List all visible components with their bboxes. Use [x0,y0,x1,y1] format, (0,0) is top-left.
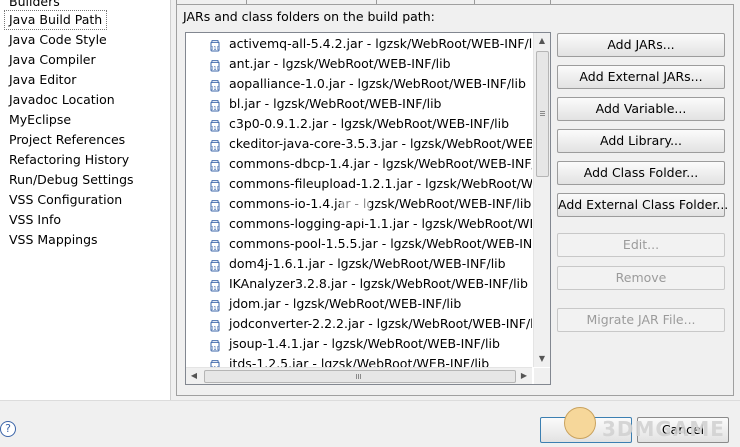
jar-icon: 010 [210,278,220,292]
sidebar-item-java-build-path[interactable]: Java Build Path [4,10,108,30]
jar-entry-label: commons-logging-api-1.1.jar - lgzsk/WebR… [229,216,532,231]
thumb-grip [356,374,357,379]
svg-text:010: 010 [210,246,220,252]
watermark-mascot-icon [340,192,370,222]
svg-text:010: 010 [210,166,220,172]
sidebar-item-java-compiler[interactable]: Java Compiler [9,50,96,69]
svg-text:010: 010 [210,206,220,212]
properties-sidebar: Builders Java Build Path Java Code Style… [0,0,170,400]
svg-text:010: 010 [210,186,220,192]
jar-icon: 010 [210,78,220,92]
sidebar-item-javadoc-location[interactable]: Javadoc Location [9,90,115,109]
svg-text:010: 010 [210,286,220,292]
svg-text:010: 010 [210,46,220,52]
list-horizontal-scrollbar[interactable]: ◀ ▶ [186,367,532,384]
help-icon[interactable]: ? [0,421,16,437]
jar-icon: 010 [210,238,220,252]
sidebar-item-vss-info[interactable]: VSS Info [9,210,61,229]
jar-icon: 010 [210,98,220,112]
jar-icon: 010 [210,118,220,132]
jar-icon: 010 [210,38,220,52]
jar-entry-label: aopalliance-1.0.jar - lgzsk/WebRoot/WEB-… [229,76,526,91]
add-jars-button[interactable]: Add JARs... [557,33,725,57]
sidebar-item-myeclipse[interactable]: MyEclipse [9,110,71,129]
jar-icon: 010 [210,198,220,212]
sidebar-item-vss-configuration[interactable]: VSS Configuration [9,190,122,209]
jar-entry-label: ckeditor-java-core-3.5.3.jar - lgzsk/Web… [229,136,532,151]
jar-icon: 010 [210,318,220,332]
mascot-icon [564,407,596,439]
thumb-grip [358,374,359,379]
jar-icon: 010 [210,58,220,72]
svg-text:010: 010 [210,106,220,112]
thumb-grip [540,115,545,116]
jar-entry-label: jsoup-1.4.1.jar - lgzsk/WebRoot/WEB-INF/… [229,336,500,351]
svg-text:010: 010 [210,146,220,152]
svg-text:010: 010 [210,306,220,312]
jar-entry-label: dom4j-1.6.1.jar - lgzsk/WebRoot/WEB-INF/… [229,256,506,271]
thumb-grip [540,111,545,112]
jar-icon: 010 [210,298,220,312]
jar-icon: 010 [210,178,220,192]
sidebar-item-vss-mappings[interactable]: VSS Mappings [9,230,98,249]
edit-button[interactable]: Edit... [557,233,725,257]
add-external-jars-button[interactable]: Add External JARs... [557,65,725,89]
jar-entry-label: commons-dbcp-1.4.jar - lgzsk/WebRoot/WEB… [229,156,532,171]
thumb-grip [360,374,361,379]
add-library-button[interactable]: Add Library... [557,129,725,153]
sidebar-item-run-debug-settings[interactable]: Run/Debug Settings [9,170,134,189]
jar-entry-label: c3p0-0.9.1.2.jar - lgzsk/WebRoot/WEB-INF… [229,116,510,131]
jar-icon: 010 [210,138,220,152]
remove-button[interactable]: Remove [557,266,725,290]
jar-entry-label: commons-pool-1.5.5.jar - lgzsk/WebRoot/W… [229,236,532,251]
jar-icon: 010 [210,258,220,272]
sidebar-item-project-references[interactable]: Project References [9,130,125,149]
scroll-up-arrow-icon[interactable]: ▲ [534,33,550,49]
scroll-left-arrow-icon[interactable]: ◀ [186,368,202,384]
add-external-class-folder-button[interactable]: Add External Class Folder... [557,193,728,217]
jar-entry-label: bl.jar - lgzsk/WebRoot/WEB-INF/lib [229,96,442,111]
horizontal-scroll-thumb[interactable] [204,370,516,383]
svg-text:010: 010 [210,226,220,232]
jar-icon: 010 [210,218,220,232]
sidebar-item-java-editor[interactable]: Java Editor [9,70,76,89]
svg-text:010: 010 [210,346,220,352]
watermark-text: 3DMGAME [602,417,725,441]
scrollbar-corner [534,368,550,384]
add-class-folder-button[interactable]: Add Class Folder... [557,161,725,185]
scroll-down-arrow-icon[interactable]: ▼ [534,351,550,367]
jar-entry-label: jtds-1.2.5.jar - lgzsk/WebRoot/WEB-INF/l… [229,356,490,367]
jar-entry-label: jodconverter-2.2.2.jar - lgzsk/WebRoot/W… [229,316,532,331]
footer-separator [0,400,740,401]
scroll-right-arrow-icon[interactable]: ▶ [516,368,532,384]
migrate-jar-button[interactable]: Migrate JAR File... [557,308,725,332]
jar-entry-label: ant.jar - lgzsk/WebRoot/WEB-INF/lib [229,56,451,71]
build-path-list-label: JARs and class folders on the build path… [183,9,435,24]
jar-icon: 010 [210,158,220,172]
jar-entry-label: commons-io-1.4.jar - lgzsk/WebRoot/WEB-I… [229,196,532,211]
svg-text:010: 010 [210,126,220,132]
thumb-grip [540,113,545,114]
jar-entry-label: IKAnalyzer3.2.8.jar - lgzsk/WebRoot/WEB-… [229,276,528,291]
add-variable-button[interactable]: Add Variable... [557,97,725,121]
svg-text:010: 010 [210,66,220,72]
jar-entry-label: commons-fileupload-1.2.1.jar - lgzsk/Web… [229,176,532,191]
svg-text:010: 010 [210,326,220,332]
jar-icon: 010 [210,338,220,352]
sidebar-item-refactoring-history[interactable]: Refactoring History [9,150,129,169]
jar-entry-label: activemq-all-5.4.2.jar - lgzsk/WebRoot/W… [229,36,532,51]
list-vertical-scrollbar[interactable]: ▲ ▼ [533,33,550,367]
sidebar-item-java-code-style[interactable]: Java Code Style [9,30,107,49]
svg-text:010: 010 [210,86,220,92]
jar-icon: 010 [210,358,220,367]
svg-text:010: 010 [210,266,220,272]
vertical-scroll-thumb[interactable] [536,51,549,177]
watermark-logo: 3DMGAME [560,405,740,447]
jar-entry-label: jdom.jar - lgzsk/WebRoot/WEB-INF/lib [229,296,462,311]
